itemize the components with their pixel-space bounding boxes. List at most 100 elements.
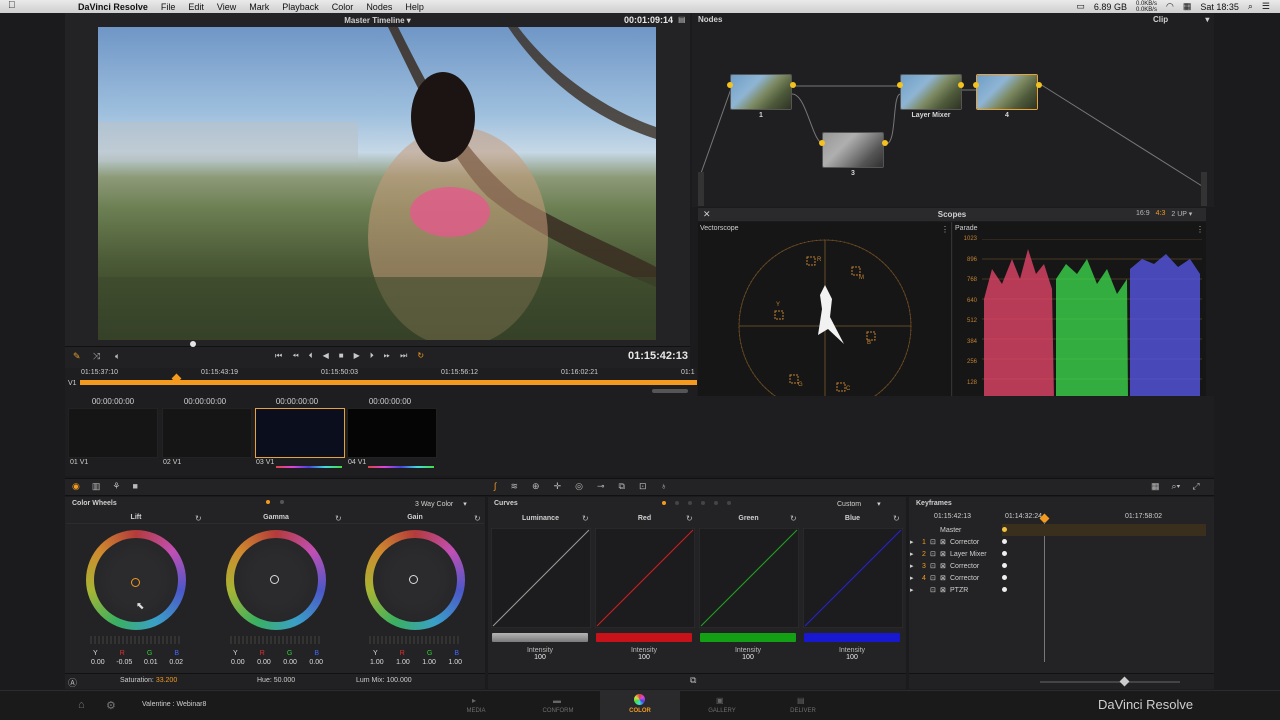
node-layer-mixer[interactable] — [900, 74, 962, 110]
motion-icon[interactable]: ♁ — [661, 481, 668, 492]
color-page-icon[interactable] — [634, 694, 645, 705]
gamma-reset-icon[interactable]: ↻ — [335, 514, 342, 523]
vectorscope-menu-icon[interactable]: ⋮ — [941, 225, 949, 234]
lum-mix-control[interactable]: Lum Mix: 100.000 — [356, 677, 412, 684]
node-3-output-pin[interactable] — [882, 140, 888, 146]
deliver-page-icon[interactable]: ▤ — [797, 696, 805, 705]
gallery-page-icon[interactable]: ▣ — [716, 696, 724, 705]
keyframes-zoom-track[interactable] — [1040, 681, 1180, 683]
timeline-track[interactable] — [80, 380, 697, 385]
viewer-image[interactable] — [98, 27, 656, 340]
keyframe-row-3[interactable]: ▸ 3 ⊡ ⊠ Corrector — [910, 560, 1206, 572]
auto-balance-icon[interactable]: Ⓐ — [68, 676, 77, 689]
clip-4-thumb[interactable] — [347, 408, 437, 458]
node-3[interactable] — [822, 132, 884, 168]
blue-reset-icon[interactable]: ↻ — [893, 514, 900, 523]
row-ptzr-keyframe-dot[interactable] — [1002, 587, 1007, 592]
skip-start-icon[interactable]: ⏮︎ — [275, 351, 282, 361]
lift-puck[interactable] — [131, 578, 140, 587]
green-intensity-slider[interactable] — [700, 633, 796, 642]
expand-icon[interactable]: ⤢ — [1192, 481, 1199, 492]
red-curve[interactable] — [595, 528, 695, 628]
clip-3-thumb[interactable] — [255, 408, 345, 458]
node-4[interactable] — [976, 74, 1038, 110]
menu-color[interactable]: Color — [332, 2, 354, 12]
node-1-input-pin[interactable] — [727, 82, 733, 88]
tracker-icon[interactable]: ✛ — [554, 481, 562, 492]
apple-icon[interactable]:  — [8, 0, 16, 11]
color-wheels-tab-icon[interactable]: ◉ — [72, 481, 80, 492]
menu-app[interactable]: DaVinci Resolve — [78, 2, 148, 12]
grid-view-icon[interactable]: ▦ — [1151, 481, 1160, 492]
stereo-icon[interactable]: ⊡ — [639, 481, 647, 492]
pencil-icon[interactable]: ✎ — [73, 351, 81, 362]
page-dot-1[interactable] — [266, 500, 270, 504]
master-keyframe-dot[interactable] — [1002, 527, 1007, 532]
loop-icon[interactable]: ↻ — [417, 351, 424, 361]
primaries-bars-icon[interactable]: ▥ — [92, 481, 101, 492]
red-intensity-slider[interactable] — [596, 633, 692, 642]
stop-icon[interactable]: ■ — [339, 351, 344, 361]
menu-help[interactable]: Help — [405, 2, 424, 12]
saturation-control[interactable]: Saturation: 33.200 — [120, 677, 177, 684]
nodes-output-handle[interactable] — [1201, 172, 1207, 206]
viewer-options-icon[interactable]: ▤ — [678, 15, 686, 24]
shuffle-icon[interactable]: ⤨ — [93, 351, 100, 362]
luminance-intensity-slider[interactable] — [492, 633, 588, 642]
nav-deliver[interactable]: DELIVER — [773, 708, 833, 714]
list-icon[interactable]: ☰ — [1262, 1, 1270, 12]
settings-gear-icon[interactable]: ⚙ — [106, 699, 116, 712]
layer-mixer-input-pin[interactable] — [897, 82, 903, 88]
home-icon[interactable]: ⌂ — [78, 699, 85, 711]
battery-icon[interactable]: ▭ — [1076, 1, 1085, 12]
gamma-puck[interactable] — [270, 575, 279, 584]
clip-2-thumb[interactable] — [162, 408, 252, 458]
hue-control[interactable]: Hue: 50.000 — [257, 677, 295, 684]
qualifier-icon[interactable]: ≋ — [510, 481, 518, 492]
close-scopes-icon[interactable]: ✕ — [703, 209, 711, 220]
nodes-source-handle[interactable] — [698, 172, 704, 206]
reverse-play-icon[interactable]: ◀ — [323, 351, 329, 361]
gain-master-wheel[interactable] — [369, 636, 459, 644]
gain-values[interactable]: 1.00 1.00 1.00 1.00 — [370, 659, 462, 666]
menu-playback[interactable]: Playback — [282, 2, 319, 12]
keyframe-row-4[interactable]: ▸ 4 ⊡ ⊠ Corrector — [910, 572, 1206, 584]
clip-1-thumb[interactable] — [68, 408, 158, 458]
rewind-icon[interactable]: ⏪︎ — [292, 351, 298, 361]
gamma-values[interactable]: 0.00 0.00 0.00 0.00 — [231, 659, 323, 666]
play-icon[interactable]: ▶ — [354, 351, 360, 361]
nav-gallery[interactable]: GALLERY — [692, 708, 752, 714]
luminance-reset-icon[interactable]: ↻ — [582, 514, 589, 523]
blue-curve[interactable] — [803, 528, 903, 628]
lift-reset-icon[interactable]: ↻ — [195, 514, 202, 523]
menu-nodes[interactable]: Nodes — [366, 2, 392, 12]
green-reset-icon[interactable]: ↻ — [790, 514, 797, 523]
page-dot-2[interactable] — [280, 500, 284, 504]
lift-master-wheel[interactable] — [90, 636, 180, 644]
speaker-icon[interactable]: 🔈︎ — [115, 351, 120, 362]
curves-mode-select[interactable]: Custom ▾ — [837, 500, 881, 508]
blur-icon[interactable]: ◎ — [575, 481, 583, 492]
gamma-master-wheel[interactable] — [230, 636, 320, 644]
ratio-16-9[interactable]: 16:9 — [1136, 210, 1150, 218]
key-icon[interactable]: ⊸ — [597, 481, 605, 492]
wheels-mode-select[interactable]: 3 Way Color ▾ — [415, 500, 467, 508]
flag-icon[interactable]: ▦ — [1183, 1, 1192, 12]
gain-puck[interactable] — [409, 575, 418, 584]
nav-conform[interactable]: CONFORM — [528, 708, 588, 714]
search-icon[interactable]: ⌕ — [1248, 1, 1253, 12]
ratio-4-3[interactable]: 4:3 — [1156, 210, 1166, 218]
node-1-output-pin[interactable] — [790, 82, 796, 88]
row-4-keyframe-dot[interactable] — [1002, 575, 1007, 580]
prev-frame-icon[interactable]: ⏴︎ — [309, 351, 313, 361]
wifi-icon[interactable]: ◠ — [1166, 1, 1174, 12]
gain-reset-icon[interactable]: ↻ — [474, 514, 481, 523]
luminance-curve[interactable] — [491, 528, 591, 628]
menu-mark[interactable]: Mark — [249, 2, 269, 12]
menu-file[interactable]: File — [161, 2, 176, 12]
raw-icon[interactable]: ⚘ — [112, 481, 120, 492]
playhead-marker[interactable] — [190, 341, 196, 347]
curves-link-icon[interactable]: ⧉ — [690, 675, 696, 686]
nav-color[interactable]: COLOR — [610, 708, 670, 714]
nodes-mode[interactable]: Clip ▾ — [1153, 15, 1209, 24]
